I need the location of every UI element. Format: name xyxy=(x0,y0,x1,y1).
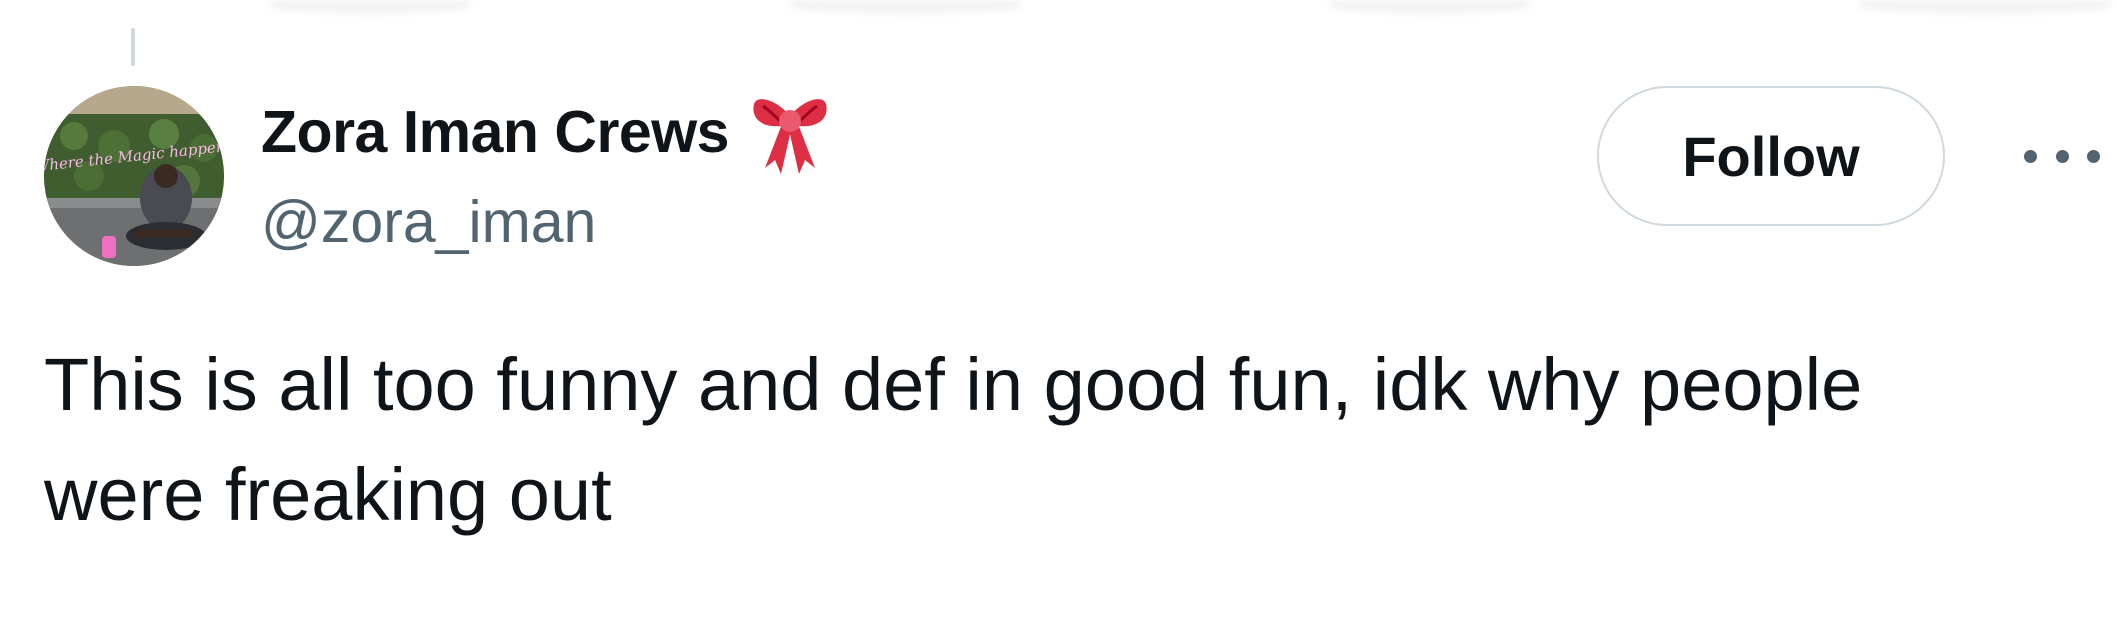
author-name-row[interactable]: Zora Iman Crews xyxy=(261,92,829,174)
follow-button[interactable]: Follow xyxy=(1597,86,1945,226)
tweet-text-line: were freaking out xyxy=(44,453,612,536)
more-dots-icon xyxy=(2087,149,2100,163)
thread-connector-line xyxy=(131,28,135,66)
tweet-text: This is all too funny and def in good fu… xyxy=(44,330,2034,550)
avatar-photo: Where the Magic happens xyxy=(44,86,224,266)
author-display-name[interactable]: Zora Iman Crews xyxy=(261,98,729,166)
avatar[interactable]: Where the Magic happens xyxy=(44,86,224,266)
tweet-text-line: This is all too funny and def in good fu… xyxy=(44,343,1863,426)
more-options-button[interactable] xyxy=(2024,134,2100,178)
previous-tweet-edge xyxy=(0,0,2116,22)
more-dots-icon xyxy=(2024,149,2037,163)
author-handle[interactable]: @zora_iman xyxy=(261,188,596,256)
ribbon-bow-icon xyxy=(753,99,827,174)
more-dots-icon xyxy=(2055,149,2069,163)
